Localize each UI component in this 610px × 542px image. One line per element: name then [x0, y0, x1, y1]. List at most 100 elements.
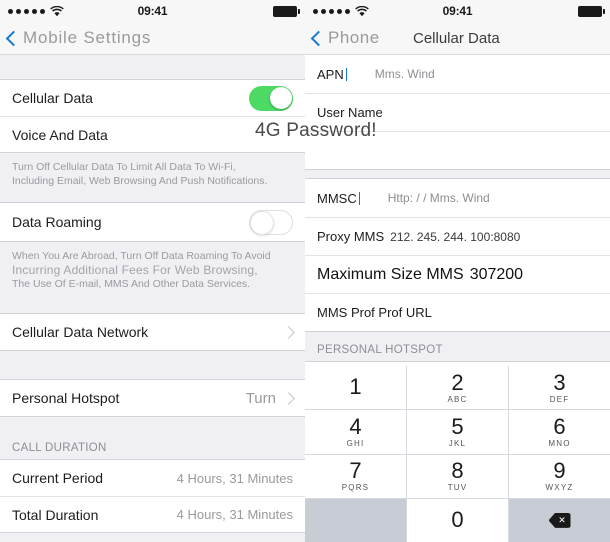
row-label: Cellular Data — [12, 90, 93, 106]
keypad-key-0[interactable]: 0 — [407, 498, 508, 542]
key-letters: MNO — [548, 438, 571, 448]
row-value: 4 Hours, 31 Minutes — [176, 507, 293, 522]
row-label: Cellular Data Network — [12, 324, 149, 340]
field-row-apn[interactable]: APN Mms. Wind — [305, 55, 610, 93]
row-value: Turn — [245, 389, 276, 407]
chevron-right-icon — [282, 325, 295, 339]
keypad-key-delete[interactable]: ✕ — [509, 498, 610, 542]
key-letters: ABC — [447, 394, 468, 404]
field-value: Http: / / Mms. Wind — [387, 191, 490, 205]
nav-bar-right: Phone Cellular Data — [305, 22, 610, 55]
spacer-call-duration — [0, 417, 305, 433]
keypad-key-1[interactable]: 1 — [305, 366, 406, 410]
key-number: 2 — [451, 369, 464, 395]
data-roaming-toggle[interactable] — [249, 209, 293, 235]
call-duration-group: Current Period 4 Hours, 31 Minutes Total… — [0, 459, 305, 533]
chevron-left-icon — [5, 30, 22, 46]
row-total-duration[interactable]: Total Duration 4 Hours, 31 Minutes — [0, 496, 305, 532]
keypad-key-9[interactable]: 9 WXYZ — [509, 454, 610, 498]
footnote-line-1: When You Are Abroad, Turn Off Data Roami… — [12, 250, 271, 262]
key-number: 4 — [349, 413, 362, 439]
key-number: 9 — [553, 458, 566, 484]
field-label: Proxy MMS — [317, 229, 385, 244]
cellular-data-toggle[interactable] — [249, 85, 293, 111]
row-personal-hotspot[interactable]: Personal Hotspot Turn — [0, 380, 305, 416]
backspace-icon: ✕ — [548, 512, 571, 528]
data-roaming-footnote: When You Are Abroad, Turn Off Data Roami… — [0, 242, 305, 301]
field-value: 212. 245. 244. 100:8080 — [390, 229, 521, 244]
field-label: User Name — [317, 105, 383, 120]
status-bar-left: 09:41 — [0, 0, 305, 22]
key-number: 3 — [553, 369, 566, 395]
back-button-label: Mobile Settings — [23, 28, 152, 47]
text-caret — [358, 191, 360, 205]
row-label: Personal Hotspot — [12, 390, 120, 406]
row-current-period[interactable]: Current Period 4 Hours, 31 Minutes — [0, 460, 305, 496]
key-number: 1 — [349, 374, 362, 400]
numeric-keypad: 1 2 ABC 3 DEF 4 GHI 5 JKL 6 MNO 7 PQRS 8 — [305, 366, 610, 542]
row-cellular-data[interactable]: Cellular Data — [0, 80, 305, 116]
footnote-line-2: Incurring Additional Fees For Web Browsi… — [12, 263, 258, 277]
cellular-data-footnote: Turn Off Cellular Data To Limit All Data… — [0, 153, 305, 198]
field-row-proxy-mms[interactable]: Proxy MMS 212. 245. 244. 100:8080 — [305, 217, 610, 255]
field-row-maximum-size-mms[interactable]: Maximum Size MMS 307200 — [305, 255, 610, 293]
key-letters: GHI — [346, 438, 365, 448]
page-title: Cellular Data — [413, 29, 500, 47]
key-number: 5 — [451, 413, 464, 439]
key-number: 6 — [553, 413, 566, 439]
spacer-mms — [305, 170, 610, 178]
back-button-label: Phone — [328, 28, 380, 47]
apn-fields-group: APN Mms. Wind User Name Password — [305, 55, 610, 170]
status-clock: 09:41 — [137, 4, 168, 18]
keypad-key-5[interactable]: 5 JKL — [407, 410, 508, 454]
footnote-line-3: The Use Of E-mail, MMS And Other Data Se… — [12, 278, 251, 290]
key-number: 8 — [451, 458, 464, 484]
keypad-key-4[interactable]: 4 GHI — [305, 410, 406, 454]
toggle-knob — [269, 87, 292, 109]
personal-hotspot-group: Personal Hotspot Turn — [0, 379, 305, 417]
field-label: MMS Prof Prof URL — [317, 305, 432, 320]
key-number: 7 — [349, 458, 362, 484]
row-label: Total Duration — [12, 506, 99, 523]
status-clock: 09:41 — [442, 4, 473, 18]
back-button-phone[interactable]: Phone — [310, 28, 380, 48]
back-button-mobile-settings[interactable]: Mobile Settings — [5, 28, 152, 48]
key-letters: DEF — [549, 394, 570, 404]
keypad-key-3[interactable]: 3 DEF — [509, 366, 610, 410]
field-label: APN — [317, 66, 344, 82]
keypad-key-7[interactable]: 7 PQRS — [305, 454, 406, 498]
field-row-mms-prof-url[interactable]: MMS Prof Prof URL — [305, 293, 610, 331]
data-roaming-group: Data Roaming — [0, 202, 305, 242]
footnote-line-1: Turn Off Cellular Data To Limit All Data… — [12, 161, 236, 173]
field-value: Mms. Wind — [374, 67, 435, 81]
key-letters: JKL — [448, 438, 467, 448]
right-phone-screen: 09:41 Phone Cellular Data APN Mms. Wind … — [305, 0, 610, 542]
text-caret — [345, 67, 347, 81]
field-value: 307200 — [469, 265, 524, 283]
footnote-line-2: Including Email, Web Browsing And Push N… — [12, 175, 268, 187]
chevron-left-icon — [310, 30, 327, 46]
battery-icon — [273, 5, 300, 17]
row-label: Data Roaming — [12, 214, 102, 230]
spacer-network — [0, 301, 305, 313]
keypad-key-8[interactable]: 8 TUV — [407, 454, 508, 498]
spacer-hotspot — [0, 351, 305, 379]
status-bar-right: 09:41 — [305, 0, 610, 22]
keypad-key-6[interactable]: 6 MNO — [509, 410, 610, 454]
row-cellular-data-network[interactable]: Cellular Data Network — [0, 314, 305, 350]
left-phone-screen: 09:41 Mobile Settings Cellular Data Voic… — [0, 0, 305, 542]
chevron-right-icon — [282, 391, 295, 405]
battery-icon — [578, 5, 605, 17]
mms-fields-group: MMSC Http: / / Mms. Wind Proxy MMS 212. … — [305, 178, 610, 332]
row-data-roaming[interactable]: Data Roaming — [0, 203, 305, 241]
field-row-mmsc[interactable]: MMSC Http: / / Mms. Wind — [305, 179, 610, 217]
toggle-knob — [250, 210, 274, 235]
key-number: 0 — [451, 507, 464, 533]
cellular-data-network-group: Cellular Data Network — [0, 313, 305, 351]
spacer-top-left — [0, 55, 305, 79]
keypad-key-2[interactable]: 2 ABC — [407, 366, 508, 410]
row-label: Voice And Data — [12, 126, 108, 143]
nav-bar-left: Mobile Settings — [0, 22, 305, 55]
keypad-key-blank — [305, 498, 406, 542]
key-letters: PQRS — [341, 483, 370, 493]
